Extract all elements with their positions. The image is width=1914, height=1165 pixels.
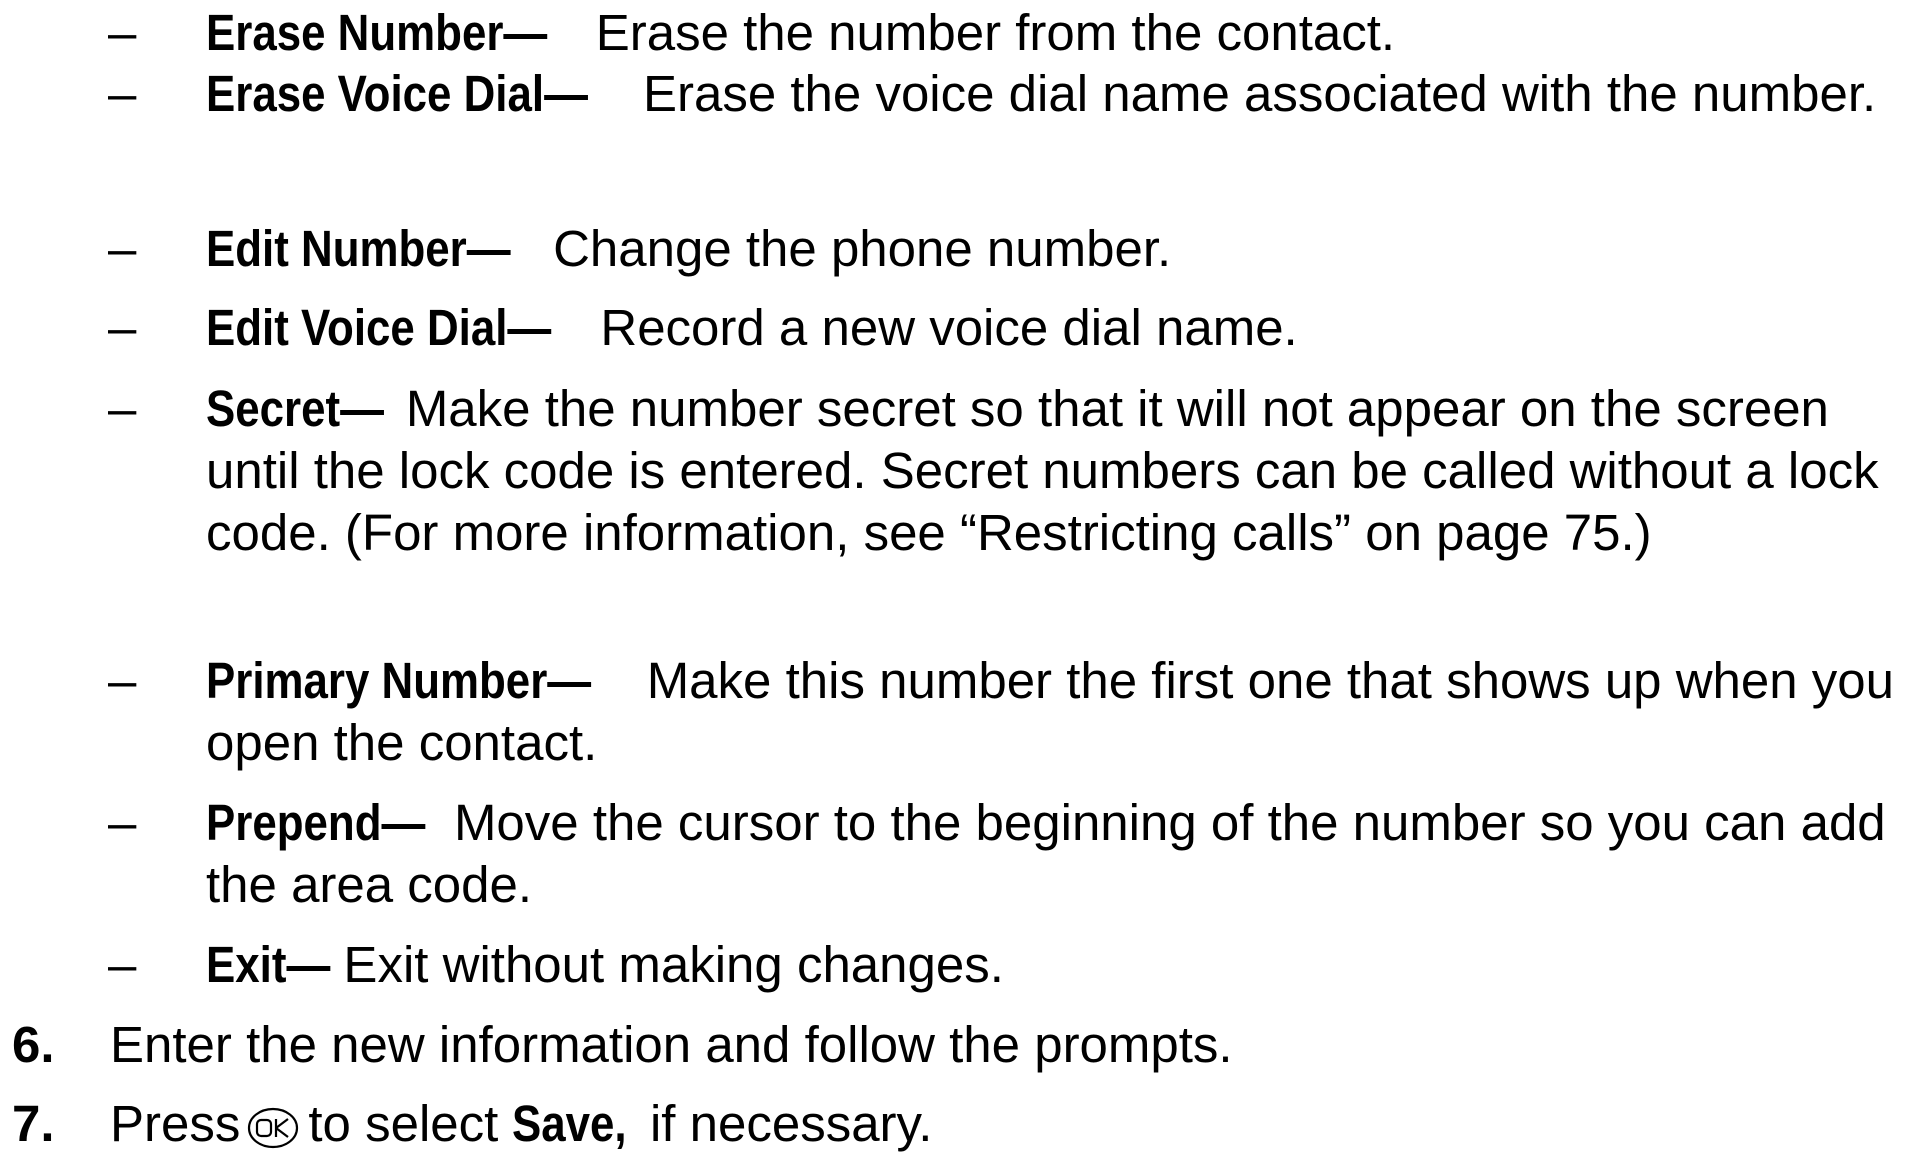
bullet-dash: – xyxy=(108,299,137,356)
step-text-after: if necessary. xyxy=(649,1095,933,1152)
step-text-middle: to select xyxy=(308,1095,499,1152)
bullet-text: Exit— Exit without making changes. xyxy=(206,934,1906,996)
bullet-term: Primary Number— xyxy=(206,652,592,709)
step-text: Press to select Save, if necessary. xyxy=(110,1093,1900,1155)
bullet-dash: – xyxy=(108,220,137,277)
bullet-dash: – xyxy=(108,652,137,709)
bullet-text: Erase Voice Dial— Erase the voice dial na… xyxy=(206,63,1906,125)
bullet-description: Erase the voice dial name associated wit… xyxy=(642,65,1877,122)
bullet-description: Exit without making changes. xyxy=(343,936,1004,993)
bullet-dash: – xyxy=(108,65,137,122)
bullet-text: Edit Number— Change the phone number. xyxy=(206,218,1906,280)
bullet-term: Secret— xyxy=(206,380,384,437)
ok-key-icon xyxy=(246,1103,300,1149)
bullet-text: Secret— Make the number secret so that it… xyxy=(206,378,1906,564)
bullet-term: Edit Number— xyxy=(206,220,511,277)
bullet-term: Prepend— xyxy=(206,794,426,851)
bullet-term: Erase Number— xyxy=(206,4,548,61)
bullet-description: Erase the number from the contact. xyxy=(595,4,1396,61)
bullet-text: Primary Number— Make this number the firs… xyxy=(206,650,1906,774)
bullet-dash: – xyxy=(108,936,137,993)
bullet-term: Edit Voice Dial— xyxy=(206,299,552,356)
bullet-dash: – xyxy=(108,794,137,851)
save-label: Save, xyxy=(512,1095,628,1152)
bullet-text: Erase Number— Erase the number from the c… xyxy=(206,2,1906,64)
bullet-description: Make the number secret so that it will n… xyxy=(206,380,1879,561)
step-text-before: Press xyxy=(110,1095,241,1152)
bullet-text: Prepend— Move the cursor to the beginning… xyxy=(206,792,1906,916)
bullet-term: Exit— xyxy=(206,936,331,993)
bullet-dash: – xyxy=(108,380,137,437)
step-text: Enter the new information and follow the… xyxy=(110,1016,1233,1073)
step-number: 7. xyxy=(12,1095,55,1152)
bullet-description: Move the cursor to the beginning of the … xyxy=(206,794,1886,913)
step-number: 6. xyxy=(12,1016,55,1073)
bullet-dash: – xyxy=(108,4,137,61)
bullet-term: Erase Voice Dial— xyxy=(206,65,588,122)
bullet-description: Record a new voice dial name. xyxy=(600,299,1298,356)
document-page: – Erase Number— Erase the number from the… xyxy=(0,0,1914,1152)
bullet-text: Edit Voice Dial— Record a new voice dial … xyxy=(206,297,1906,359)
bullet-description: Change the phone number. xyxy=(553,220,1172,277)
